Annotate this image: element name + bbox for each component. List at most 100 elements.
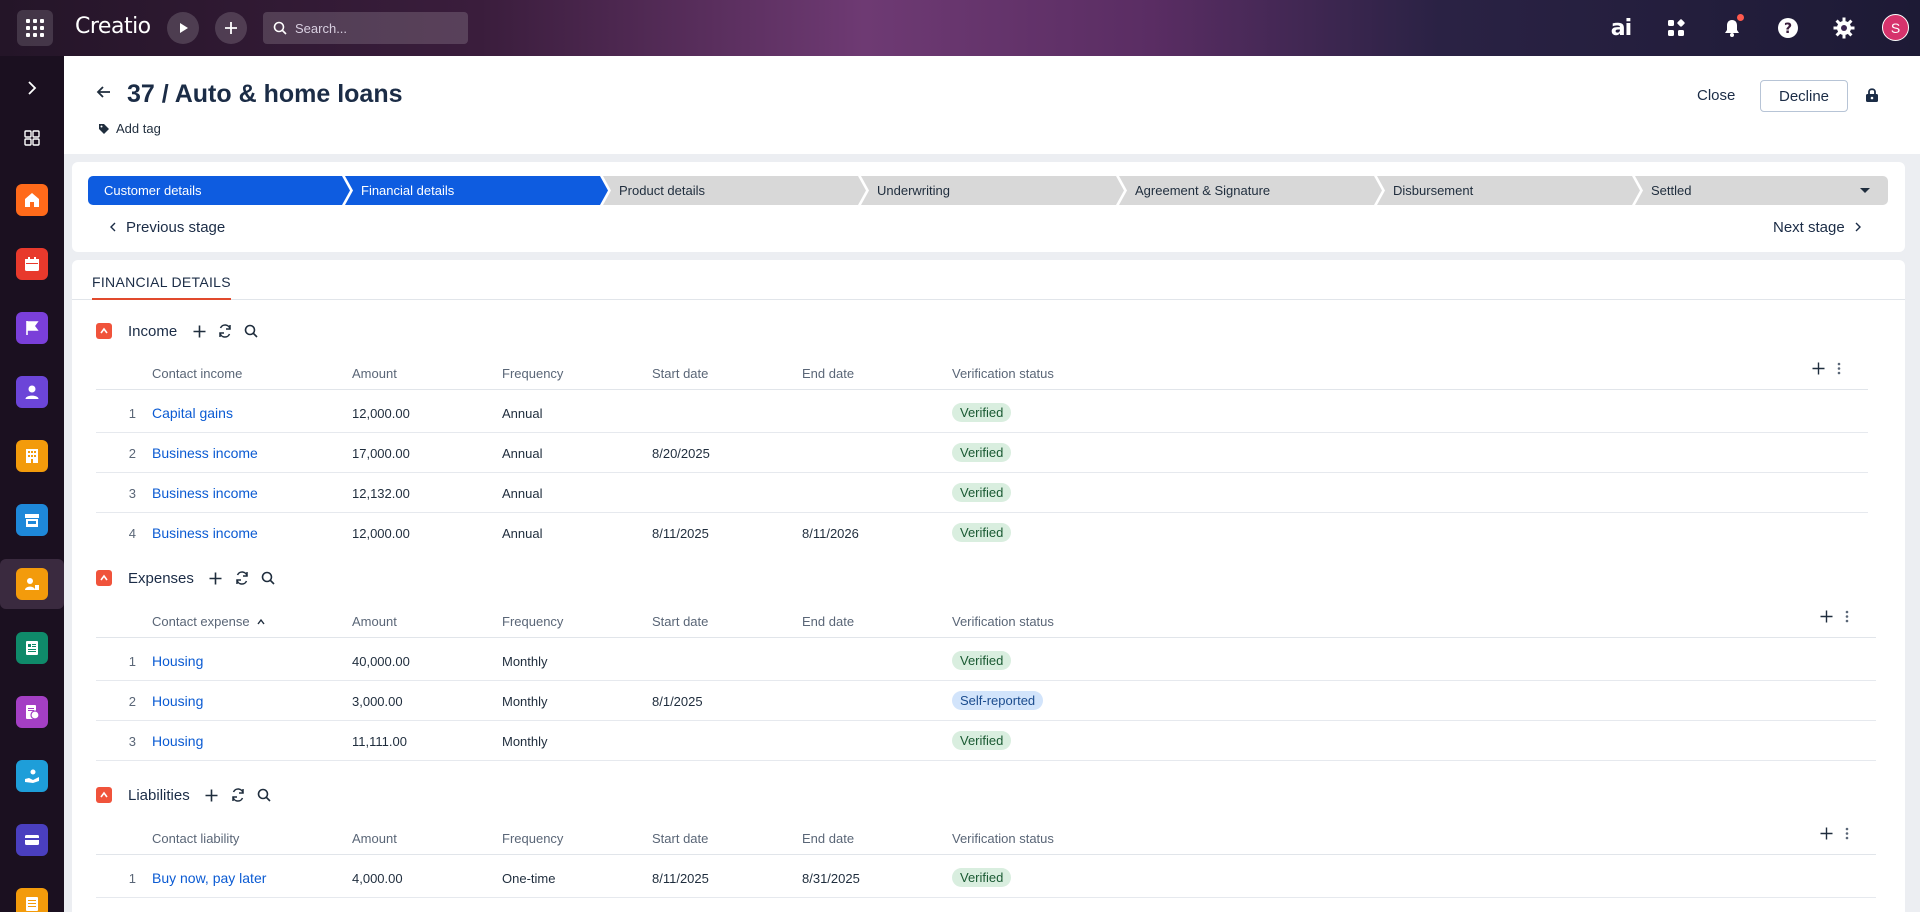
col-contact-income[interactable]: Contact income bbox=[152, 366, 242, 381]
sidebar-item-contacts[interactable] bbox=[16, 376, 48, 408]
col-start-date[interactable]: Start date bbox=[652, 366, 708, 381]
expense-name-link[interactable]: Housing bbox=[152, 693, 203, 709]
expand-sidebar-button[interactable] bbox=[16, 72, 48, 104]
income-name-link[interactable]: Capital gains bbox=[152, 405, 233, 421]
settings-button[interactable] bbox=[1830, 14, 1858, 42]
more-vertical-icon[interactable] bbox=[1845, 610, 1849, 623]
search-input[interactable] bbox=[295, 20, 455, 36]
global-search[interactable] bbox=[263, 12, 468, 44]
notifications-button[interactable] bbox=[1718, 14, 1746, 42]
add-liability-button[interactable] bbox=[202, 785, 222, 805]
sidebar-item-service[interactable] bbox=[16, 760, 48, 792]
stage-agreement-signature[interactable]: Agreement & Signature bbox=[1119, 176, 1382, 205]
add-income-button[interactable] bbox=[189, 321, 209, 341]
sidebar-item-loan-applications[interactable] bbox=[16, 568, 48, 600]
sidebar-item-payments[interactable] bbox=[16, 824, 48, 856]
col-end-date[interactable]: End date bbox=[802, 366, 854, 381]
building-icon bbox=[26, 449, 38, 463]
user-avatar[interactable]: S bbox=[1882, 14, 1909, 41]
table-row[interactable]: 3 Business income 12,132.00 Annual Verif… bbox=[96, 473, 1868, 513]
home-icon bbox=[25, 193, 39, 207]
col-frequency[interactable]: Frequency bbox=[502, 614, 563, 629]
close-button[interactable]: Close bbox=[1697, 87, 1735, 104]
apps-shortcut-button[interactable] bbox=[1662, 14, 1690, 42]
col-amount[interactable]: Amount bbox=[352, 366, 397, 381]
search-liabilities-button[interactable] bbox=[254, 785, 274, 805]
income-name-link[interactable]: Business income bbox=[152, 445, 258, 461]
stage-customer-details[interactable]: Customer details bbox=[88, 176, 350, 205]
collapse-expenses-button[interactable] bbox=[96, 570, 112, 586]
ai-icon: ai bbox=[1610, 15, 1632, 41]
decline-button[interactable]: Decline bbox=[1760, 80, 1848, 112]
more-vertical-icon[interactable] bbox=[1837, 362, 1841, 375]
sidebar-item-home[interactable] bbox=[16, 184, 48, 216]
table-row[interactable]: 4 Business income 12,000.00 Annual 8/11/… bbox=[96, 513, 1868, 553]
ai-button[interactable]: ai bbox=[1607, 14, 1635, 42]
income-name-link[interactable]: Business income bbox=[152, 485, 258, 501]
help-button[interactable]: ? bbox=[1774, 14, 1802, 42]
refresh-liabilities-button[interactable] bbox=[228, 785, 248, 805]
stage-underwriting[interactable]: Underwriting bbox=[861, 176, 1124, 205]
stage-settled[interactable]: Settled bbox=[1635, 176, 1888, 205]
back-button[interactable] bbox=[96, 84, 112, 105]
collapse-income-button[interactable] bbox=[96, 323, 112, 339]
amount-cell: 17,000.00 bbox=[352, 446, 410, 461]
search-income-button[interactable] bbox=[241, 321, 261, 341]
next-stage-button[interactable]: Next stage bbox=[1773, 219, 1863, 236]
income-name-link[interactable]: Business income bbox=[152, 525, 258, 541]
lock-icon[interactable] bbox=[1865, 87, 1879, 108]
add-row-icon[interactable] bbox=[1820, 610, 1833, 623]
sidebar-item-store[interactable] bbox=[16, 504, 48, 536]
col-amount[interactable]: Amount bbox=[352, 614, 397, 629]
refresh-expenses-button[interactable] bbox=[232, 568, 252, 588]
amount-cell: 4,000.00 bbox=[352, 871, 403, 886]
col-contact-liability[interactable]: Contact liability bbox=[152, 831, 239, 846]
col-frequency[interactable]: Frequency bbox=[502, 366, 563, 381]
chevron-right-icon bbox=[1855, 222, 1861, 232]
add-tag-button[interactable]: Add tag bbox=[98, 121, 161, 136]
stage-financial-details[interactable]: Financial details bbox=[345, 176, 608, 205]
sidebar-item-more[interactable] bbox=[16, 888, 48, 912]
col-start-date[interactable]: Start date bbox=[652, 831, 708, 846]
table-row[interactable]: 1 Buy now, pay later 4,000.00 One-time 8… bbox=[96, 858, 1876, 898]
sidebar-item-documents[interactable] bbox=[16, 632, 48, 664]
table-row[interactable]: 1 Capital gains 12,000.00 Annual Verifie… bbox=[96, 393, 1868, 433]
collapse-liabilities-button[interactable] bbox=[96, 787, 112, 803]
add-row-icon[interactable] bbox=[1812, 362, 1825, 375]
sidebar-item-campaigns[interactable] bbox=[16, 312, 48, 344]
refresh-income-button[interactable] bbox=[215, 321, 235, 341]
col-verification-status[interactable]: Verification status bbox=[952, 831, 1054, 846]
stage-disbursement[interactable]: Disbursement bbox=[1377, 176, 1640, 205]
col-amount[interactable]: Amount bbox=[352, 831, 397, 846]
create-button[interactable] bbox=[215, 12, 247, 44]
frequency-cell: Monthly bbox=[502, 654, 548, 669]
stage-product-details[interactable]: Product details bbox=[603, 176, 866, 205]
play-button[interactable] bbox=[167, 12, 199, 44]
expense-name-link[interactable]: Housing bbox=[152, 733, 203, 749]
expense-name-link[interactable]: Housing bbox=[152, 653, 203, 669]
table-row[interactable]: 2 Housing 3,000.00 Monthly 8/1/2025 Self… bbox=[96, 681, 1876, 721]
col-verification-status[interactable]: Verification status bbox=[952, 366, 1054, 381]
previous-stage-button[interactable]: Previous stage bbox=[108, 219, 225, 236]
sidebar-item-calendar[interactable] bbox=[16, 248, 48, 280]
more-vertical-icon[interactable] bbox=[1845, 827, 1849, 840]
sidebar-item-workplace[interactable] bbox=[16, 122, 48, 154]
table-row[interactable]: 3 Housing 11,111.00 Monthly Verified bbox=[96, 721, 1876, 761]
sidebar-item-reports[interactable] bbox=[16, 696, 48, 728]
col-start-date[interactable]: Start date bbox=[652, 614, 708, 629]
search-expenses-button[interactable] bbox=[258, 568, 278, 588]
tab-financial-details[interactable]: FINANCIAL DETAILS bbox=[92, 274, 231, 300]
sidebar-item-accounts[interactable] bbox=[16, 440, 48, 472]
add-expense-button[interactable] bbox=[206, 568, 226, 588]
col-frequency[interactable]: Frequency bbox=[502, 831, 563, 846]
add-row-icon[interactable] bbox=[1820, 827, 1833, 840]
col-end-date[interactable]: End date bbox=[802, 614, 854, 629]
apps-grid-icon[interactable] bbox=[17, 10, 53, 46]
table-row[interactable]: 2 Business income 17,000.00 Annual 8/20/… bbox=[96, 433, 1868, 473]
liability-name-link[interactable]: Buy now, pay later bbox=[152, 870, 266, 886]
col-contact-expense[interactable]: Contact expense bbox=[152, 614, 265, 629]
table-row[interactable]: 1 Housing 40,000.00 Monthly Verified bbox=[96, 641, 1876, 681]
logo: Creatio bbox=[75, 14, 151, 39]
col-verification-status[interactable]: Verification status bbox=[952, 614, 1054, 629]
col-end-date[interactable]: End date bbox=[802, 831, 854, 846]
